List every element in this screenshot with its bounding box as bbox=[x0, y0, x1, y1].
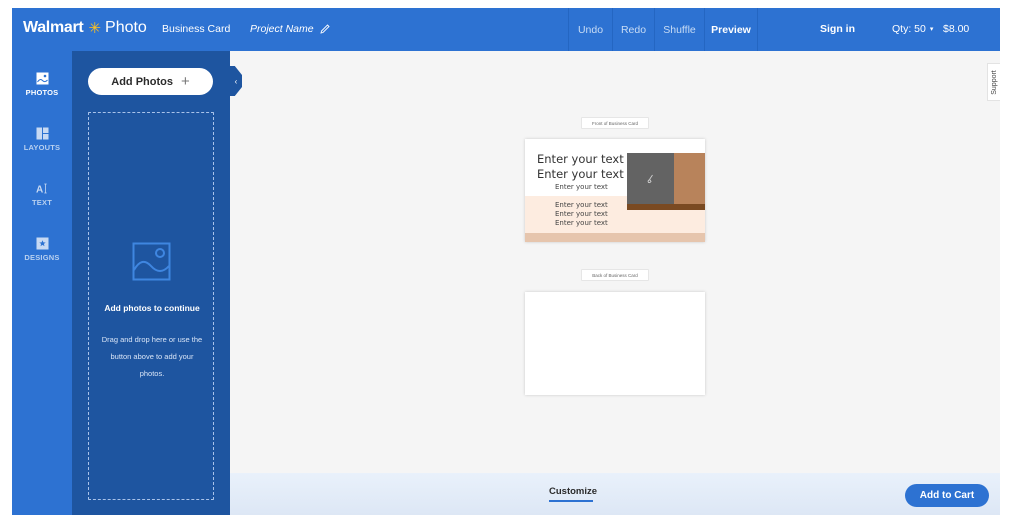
brush-icon bbox=[647, 174, 653, 183]
image-placeholder-icon bbox=[132, 242, 171, 281]
collapse-panel-button[interactable]: ‹ bbox=[230, 66, 242, 96]
plus-icon: + bbox=[180, 73, 190, 90]
text-icon: A bbox=[36, 183, 47, 196]
card-bottom-band bbox=[525, 233, 705, 242]
rail-item-layouts[interactable]: LAYOUTS bbox=[12, 127, 72, 152]
front-card-label: Front of Business Card bbox=[581, 117, 649, 129]
add-photos-button[interactable]: Add Photos + bbox=[88, 68, 213, 95]
card-text-line[interactable]: Enter your text bbox=[537, 167, 624, 181]
walmart-photo-logo[interactable]: Walmart ✳ Photo bbox=[23, 19, 147, 37]
card-photo-placeholder[interactable] bbox=[627, 153, 705, 210]
back-card-label: Back of Business Card bbox=[581, 269, 649, 281]
logo-product: Photo bbox=[105, 19, 147, 36]
photo-slot[interactable] bbox=[627, 153, 674, 204]
svg-text:A: A bbox=[36, 185, 43, 196]
card-text-line[interactable]: Enter your text bbox=[555, 183, 608, 191]
rail-label: TEXT bbox=[32, 198, 52, 207]
product-type: Business Card bbox=[162, 23, 231, 35]
add-photos-label: Add Photos bbox=[111, 75, 173, 88]
preview-button[interactable]: Preview bbox=[704, 8, 758, 51]
photo-dropzone[interactable]: Add photos to continue Drag and drop her… bbox=[88, 112, 214, 500]
rail-label: LAYOUTS bbox=[23, 143, 61, 152]
photo-icon bbox=[36, 72, 48, 85]
support-label: Support bbox=[990, 69, 998, 95]
project-name-editor[interactable]: Project Name bbox=[250, 23, 331, 35]
add-to-cart-button[interactable]: Add to Cart bbox=[905, 484, 989, 507]
front-card-preview[interactable]: Enter your text Enter your text Enter yo… bbox=[525, 139, 705, 242]
logo-brand: Walmart bbox=[23, 19, 84, 36]
tool-rail: PHOTOS LAYOUTS A TEXT DESIGNS bbox=[12, 51, 72, 515]
price: $8.00 bbox=[943, 23, 970, 35]
active-tab-underline bbox=[549, 500, 593, 502]
quantity-select[interactable]: Qty: 50 ▾ bbox=[892, 23, 933, 35]
chevron-left-icon: ‹ bbox=[234, 76, 238, 86]
rail-label: DESIGNS bbox=[24, 253, 60, 262]
sign-in-link[interactable]: Sign in bbox=[820, 23, 855, 35]
card-text-line[interactable]: Enter your text bbox=[555, 201, 608, 209]
app-window: Walmart ✳ Photo Business Card Project Na… bbox=[12, 8, 1000, 515]
back-card-preview[interactable] bbox=[525, 292, 705, 395]
photos-panel: Add Photos + Add photos to continue Drag… bbox=[72, 51, 230, 515]
dropzone-title: Add photos to continue bbox=[104, 303, 200, 313]
customize-tab[interactable]: Customize bbox=[549, 486, 597, 497]
rail-label: PHOTOS bbox=[25, 88, 59, 97]
rail-item-text[interactable]: A TEXT bbox=[12, 182, 72, 207]
shuffle-button[interactable]: Shuffle bbox=[654, 8, 704, 51]
redo-button[interactable]: Redo bbox=[612, 8, 654, 51]
designs-icon bbox=[36, 237, 48, 250]
rail-item-designs[interactable]: DESIGNS bbox=[12, 237, 72, 262]
photo-accent-tan bbox=[674, 153, 705, 204]
pencil-icon[interactable] bbox=[319, 23, 331, 35]
spark-icon: ✳ bbox=[88, 20, 102, 37]
layout-icon bbox=[36, 127, 48, 140]
undo-button[interactable]: Undo bbox=[568, 8, 612, 51]
card-text-line[interactable]: Enter your text bbox=[555, 210, 608, 218]
dropzone-description: Drag and drop here or use the button abo… bbox=[101, 335, 203, 378]
top-header: Walmart ✳ Photo Business Card Project Na… bbox=[12, 8, 1000, 51]
card-text-line[interactable]: Enter your text bbox=[537, 152, 624, 166]
photo-accent-brown bbox=[627, 204, 705, 210]
quantity-value: Qty: 50 bbox=[892, 23, 926, 35]
card-text-line[interactable]: Enter your text bbox=[555, 219, 608, 227]
chevron-down-icon: ▾ bbox=[929, 26, 934, 33]
project-name: Project Name bbox=[250, 23, 314, 35]
rail-item-photos[interactable]: PHOTOS bbox=[12, 72, 72, 97]
support-tab[interactable]: Support bbox=[987, 63, 1000, 101]
bottom-bar: Customize Add to Cart bbox=[230, 473, 1000, 515]
